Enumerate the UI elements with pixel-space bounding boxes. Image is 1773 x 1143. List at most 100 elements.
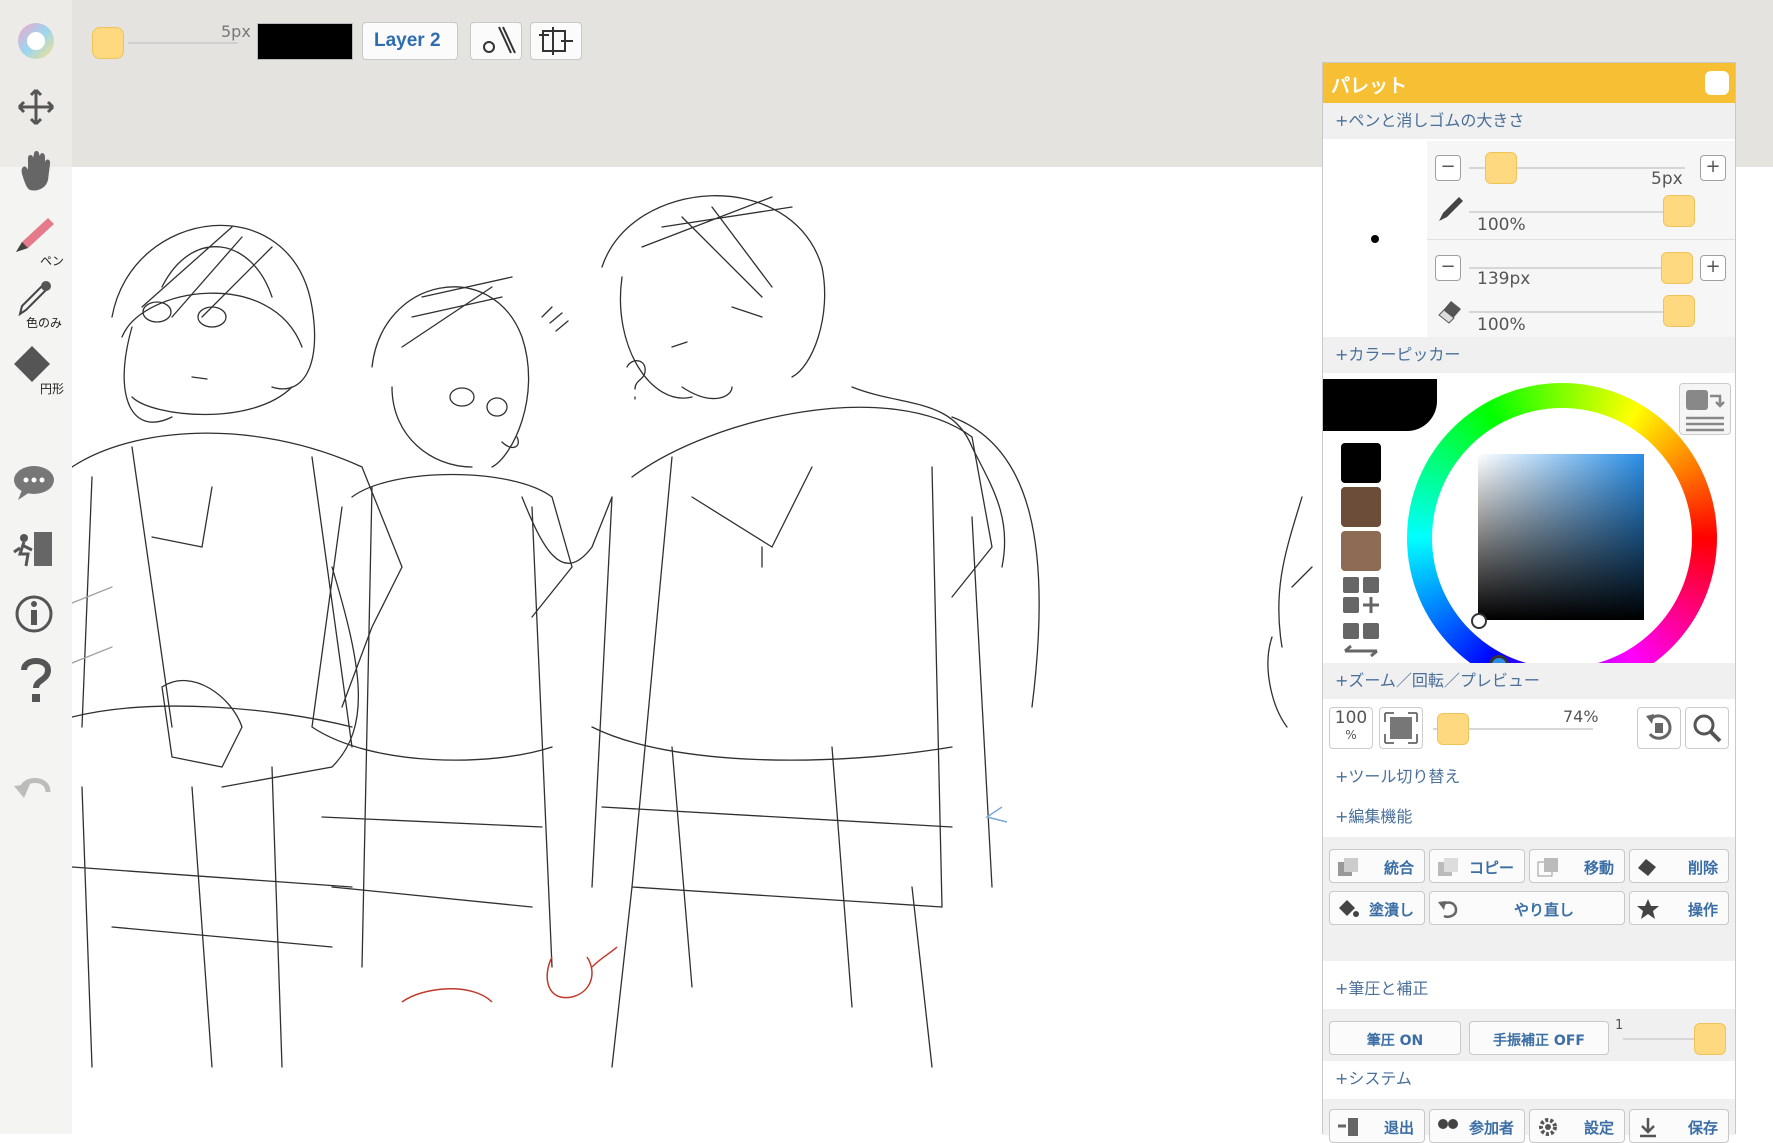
swatch-1[interactable] <box>1341 443 1381 483</box>
hand-icon[interactable] <box>8 148 64 198</box>
brush-size-track[interactable] <box>128 42 238 44</box>
participants-button[interactable]: 参加者 <box>1429 1109 1525 1143</box>
layer-button[interactable]: Layer 2 <box>362 22 458 60</box>
brush-settings-icon <box>483 26 516 54</box>
section-zoom[interactable]: +ズーム／回転／プレビュー <box>1323 663 1735 699</box>
swap-swatch-icon <box>1343 623 1379 658</box>
redo-label: やり直し <box>1513 901 1574 919</box>
info-icon[interactable] <box>8 592 64 640</box>
brush-settings-button[interactable] <box>470 22 522 60</box>
magnifier-icon <box>1693 714 1722 743</box>
section-tool-switch-label: +ツール切り替え <box>1335 767 1461 786</box>
stabilizer-toggle-label: 手振補正 OFF <box>1493 1033 1585 1049</box>
undo-arrow-icon <box>1438 901 1458 918</box>
exit-label: 退出 <box>1383 1119 1414 1137</box>
merge-label: 統合 <box>1383 859 1414 877</box>
section-color-picker[interactable]: +カラーピッカー <box>1323 337 1735 373</box>
pen-size-value: 5px <box>1651 169 1683 189</box>
section-system-label: +システム <box>1335 1069 1412 1088</box>
brush-dot-preview <box>1371 235 1379 243</box>
color-mode-button[interactable] <box>1679 383 1731 435</box>
color-mode-icon <box>1686 390 1725 432</box>
pen-size-plus[interactable]: + <box>1700 155 1726 181</box>
section-color-picker-label: +カラーピッカー <box>1335 345 1461 364</box>
copy-button[interactable]: コピー <box>1429 849 1525 883</box>
help-icon[interactable] <box>8 656 64 708</box>
move-icon[interactable] <box>8 84 64 134</box>
swap-swatch-button[interactable] <box>1341 621 1381 661</box>
saturation-value-square[interactable] <box>1478 454 1644 620</box>
fill-label: 塗潰し <box>1368 901 1414 919</box>
pen-size-knob[interactable] <box>1485 152 1517 184</box>
fill-button[interactable]: 塗潰し <box>1329 891 1425 925</box>
operation-button[interactable]: 操作 <box>1629 891 1729 925</box>
color-wheel[interactable] <box>1407 383 1717 693</box>
eraser-size-knob[interactable] <box>1661 252 1693 284</box>
section-edit-label: +編集機能 <box>1335 807 1413 826</box>
gear-icon <box>1539 1118 1557 1136</box>
shape-tool-label: 円形 <box>40 382 65 396</box>
brush-color-knob[interactable] <box>92 27 124 59</box>
transform-button[interactable] <box>530 22 582 60</box>
chat-icon[interactable] <box>8 462 64 506</box>
pen-tool[interactable]: ペン <box>8 212 64 268</box>
stabilizer-value: 1 <box>1615 1018 1624 1033</box>
exit-button[interactable]: 退出 <box>1329 1109 1425 1143</box>
eraser-opacity-knob[interactable] <box>1663 295 1695 327</box>
eraser-size-plus[interactable]: + <box>1700 255 1726 281</box>
brush-size-value: 5px <box>221 22 251 41</box>
section-tool-switch[interactable]: +ツール切り替え <box>1323 759 1735 795</box>
section-edit[interactable]: +編集機能 <box>1323 799 1735 835</box>
users-icon <box>1438 1119 1458 1129</box>
undo-icon[interactable] <box>8 770 64 814</box>
add-swatch-button[interactable] <box>1341 575 1381 615</box>
eraser-size-minus[interactable]: − <box>1435 255 1461 281</box>
save-icon <box>1640 1118 1656 1138</box>
zoom-100-button[interactable]: 100 % <box>1329 707 1373 749</box>
fit-screen-button[interactable] <box>1379 707 1423 749</box>
rotate-icon <box>1646 714 1672 740</box>
pressure-toggle-button[interactable]: 筆圧 ON <box>1329 1021 1461 1055</box>
settings-button[interactable]: 設定 <box>1529 1109 1625 1143</box>
eraser-size-value: 139px <box>1477 269 1531 289</box>
sv-cursor[interactable] <box>1471 613 1487 629</box>
section-system[interactable]: +システム <box>1323 1061 1735 1097</box>
section-pen-eraser[interactable]: +ペンと消しゴムの大きさ <box>1323 103 1735 139</box>
drawing-canvas[interactable] <box>72 167 1324 1134</box>
zoom-value: 74% <box>1563 707 1599 726</box>
magnifier-button[interactable] <box>1685 707 1729 749</box>
stabilizer-knob[interactable] <box>1694 1023 1726 1055</box>
eraser-opacity-track[interactable] <box>1469 311 1685 313</box>
palette-close-button[interactable] <box>1705 71 1729 95</box>
copy-label: コピー <box>1468 859 1514 877</box>
operation-label: 操作 <box>1687 901 1718 919</box>
save-label: 保存 <box>1687 1119 1718 1137</box>
pen-opacity-track[interactable] <box>1469 211 1685 213</box>
merge-icon <box>1338 858 1358 876</box>
exit-room-icon[interactable] <box>8 528 64 574</box>
section-pressure[interactable]: +筆圧と補正 <box>1323 971 1735 1007</box>
zoom-knob[interactable] <box>1437 713 1469 745</box>
pen-opacity-knob[interactable] <box>1663 195 1695 227</box>
pen-size-minus[interactable]: − <box>1435 155 1461 181</box>
redo-button[interactable]: やり直し <box>1429 891 1625 925</box>
save-button[interactable]: 保存 <box>1629 1109 1729 1143</box>
rotate-reset-button[interactable] <box>1637 707 1681 749</box>
current-color-swatch[interactable] <box>257 23 353 60</box>
delete-button[interactable]: 削除 <box>1629 849 1729 883</box>
stabilizer-toggle-button[interactable]: 手振補正 OFF <box>1469 1021 1609 1055</box>
eraser-shape-icon <box>14 346 50 382</box>
settings-label: 設定 <box>1583 1119 1614 1137</box>
brush-preview <box>1323 141 1427 337</box>
merge-button[interactable]: 統合 <box>1329 849 1425 883</box>
swatch-2[interactable] <box>1341 487 1381 527</box>
eyedropper-tool[interactable]: 色のみ <box>8 278 64 330</box>
transform-icon <box>539 27 573 55</box>
move-layer-button[interactable]: 移動 <box>1529 849 1625 883</box>
size-divider <box>1427 239 1735 240</box>
move-layer-icon <box>1537 858 1558 877</box>
palette-header[interactable]: パレット <box>1323 63 1735 103</box>
color-wheel-icon[interactable] <box>8 18 64 68</box>
swatch-3[interactable] <box>1341 531 1381 571</box>
shape-tool[interactable]: 円形 <box>8 342 64 396</box>
